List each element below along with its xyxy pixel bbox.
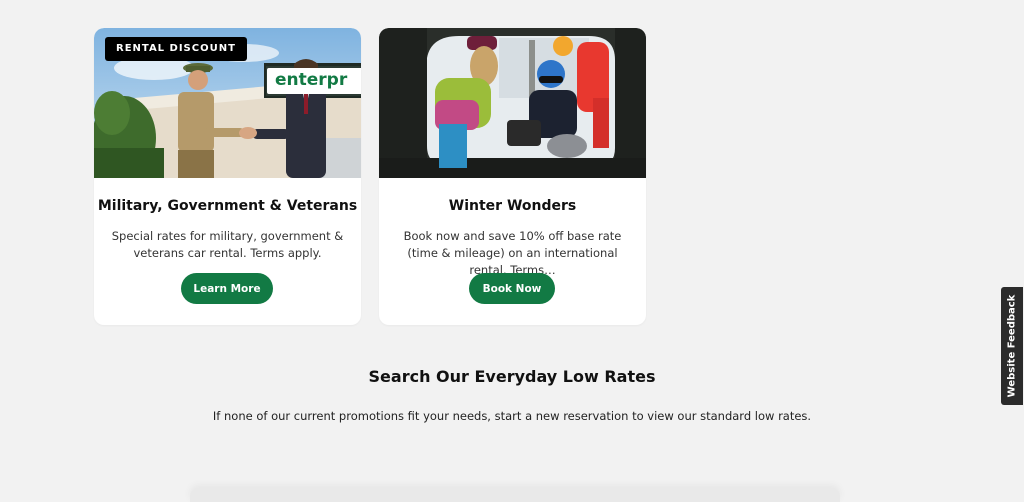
search-section-title: Search Our Everyday Low Rates xyxy=(368,367,656,386)
promo-description: Book now and save 10% off base rate (tim… xyxy=(403,229,622,277)
promo-title: Winter Wonders xyxy=(448,198,577,214)
promo-title: Military, Government & Veterans xyxy=(97,198,358,214)
enterprise-sign: enterpr xyxy=(267,68,361,94)
promo-description: Special rates for military, government &… xyxy=(111,229,344,260)
military-handshake-image: RENTAL DISCOUNT enterpr xyxy=(94,28,361,178)
promo-card-winter: Winter Wonders Book now and save 10% off… xyxy=(379,28,646,325)
winter-family-image xyxy=(379,28,646,178)
website-feedback-label: Website Feedback xyxy=(1006,294,1018,398)
promo-card-military: RENTAL DISCOUNT enterpr Military, Govern… xyxy=(94,28,361,325)
learn-more-button[interactable]: Learn More xyxy=(181,273,273,304)
search-section-subtitle: If none of our current promotions fit yo… xyxy=(212,409,812,423)
bottom-panel-edge xyxy=(190,488,840,502)
enterprise-sign-text: enterpr xyxy=(275,70,348,90)
book-now-button[interactable]: Book Now xyxy=(469,273,555,304)
website-feedback-tab[interactable]: Website Feedback xyxy=(1001,287,1023,405)
rental-discount-badge: RENTAL DISCOUNT xyxy=(105,37,247,61)
